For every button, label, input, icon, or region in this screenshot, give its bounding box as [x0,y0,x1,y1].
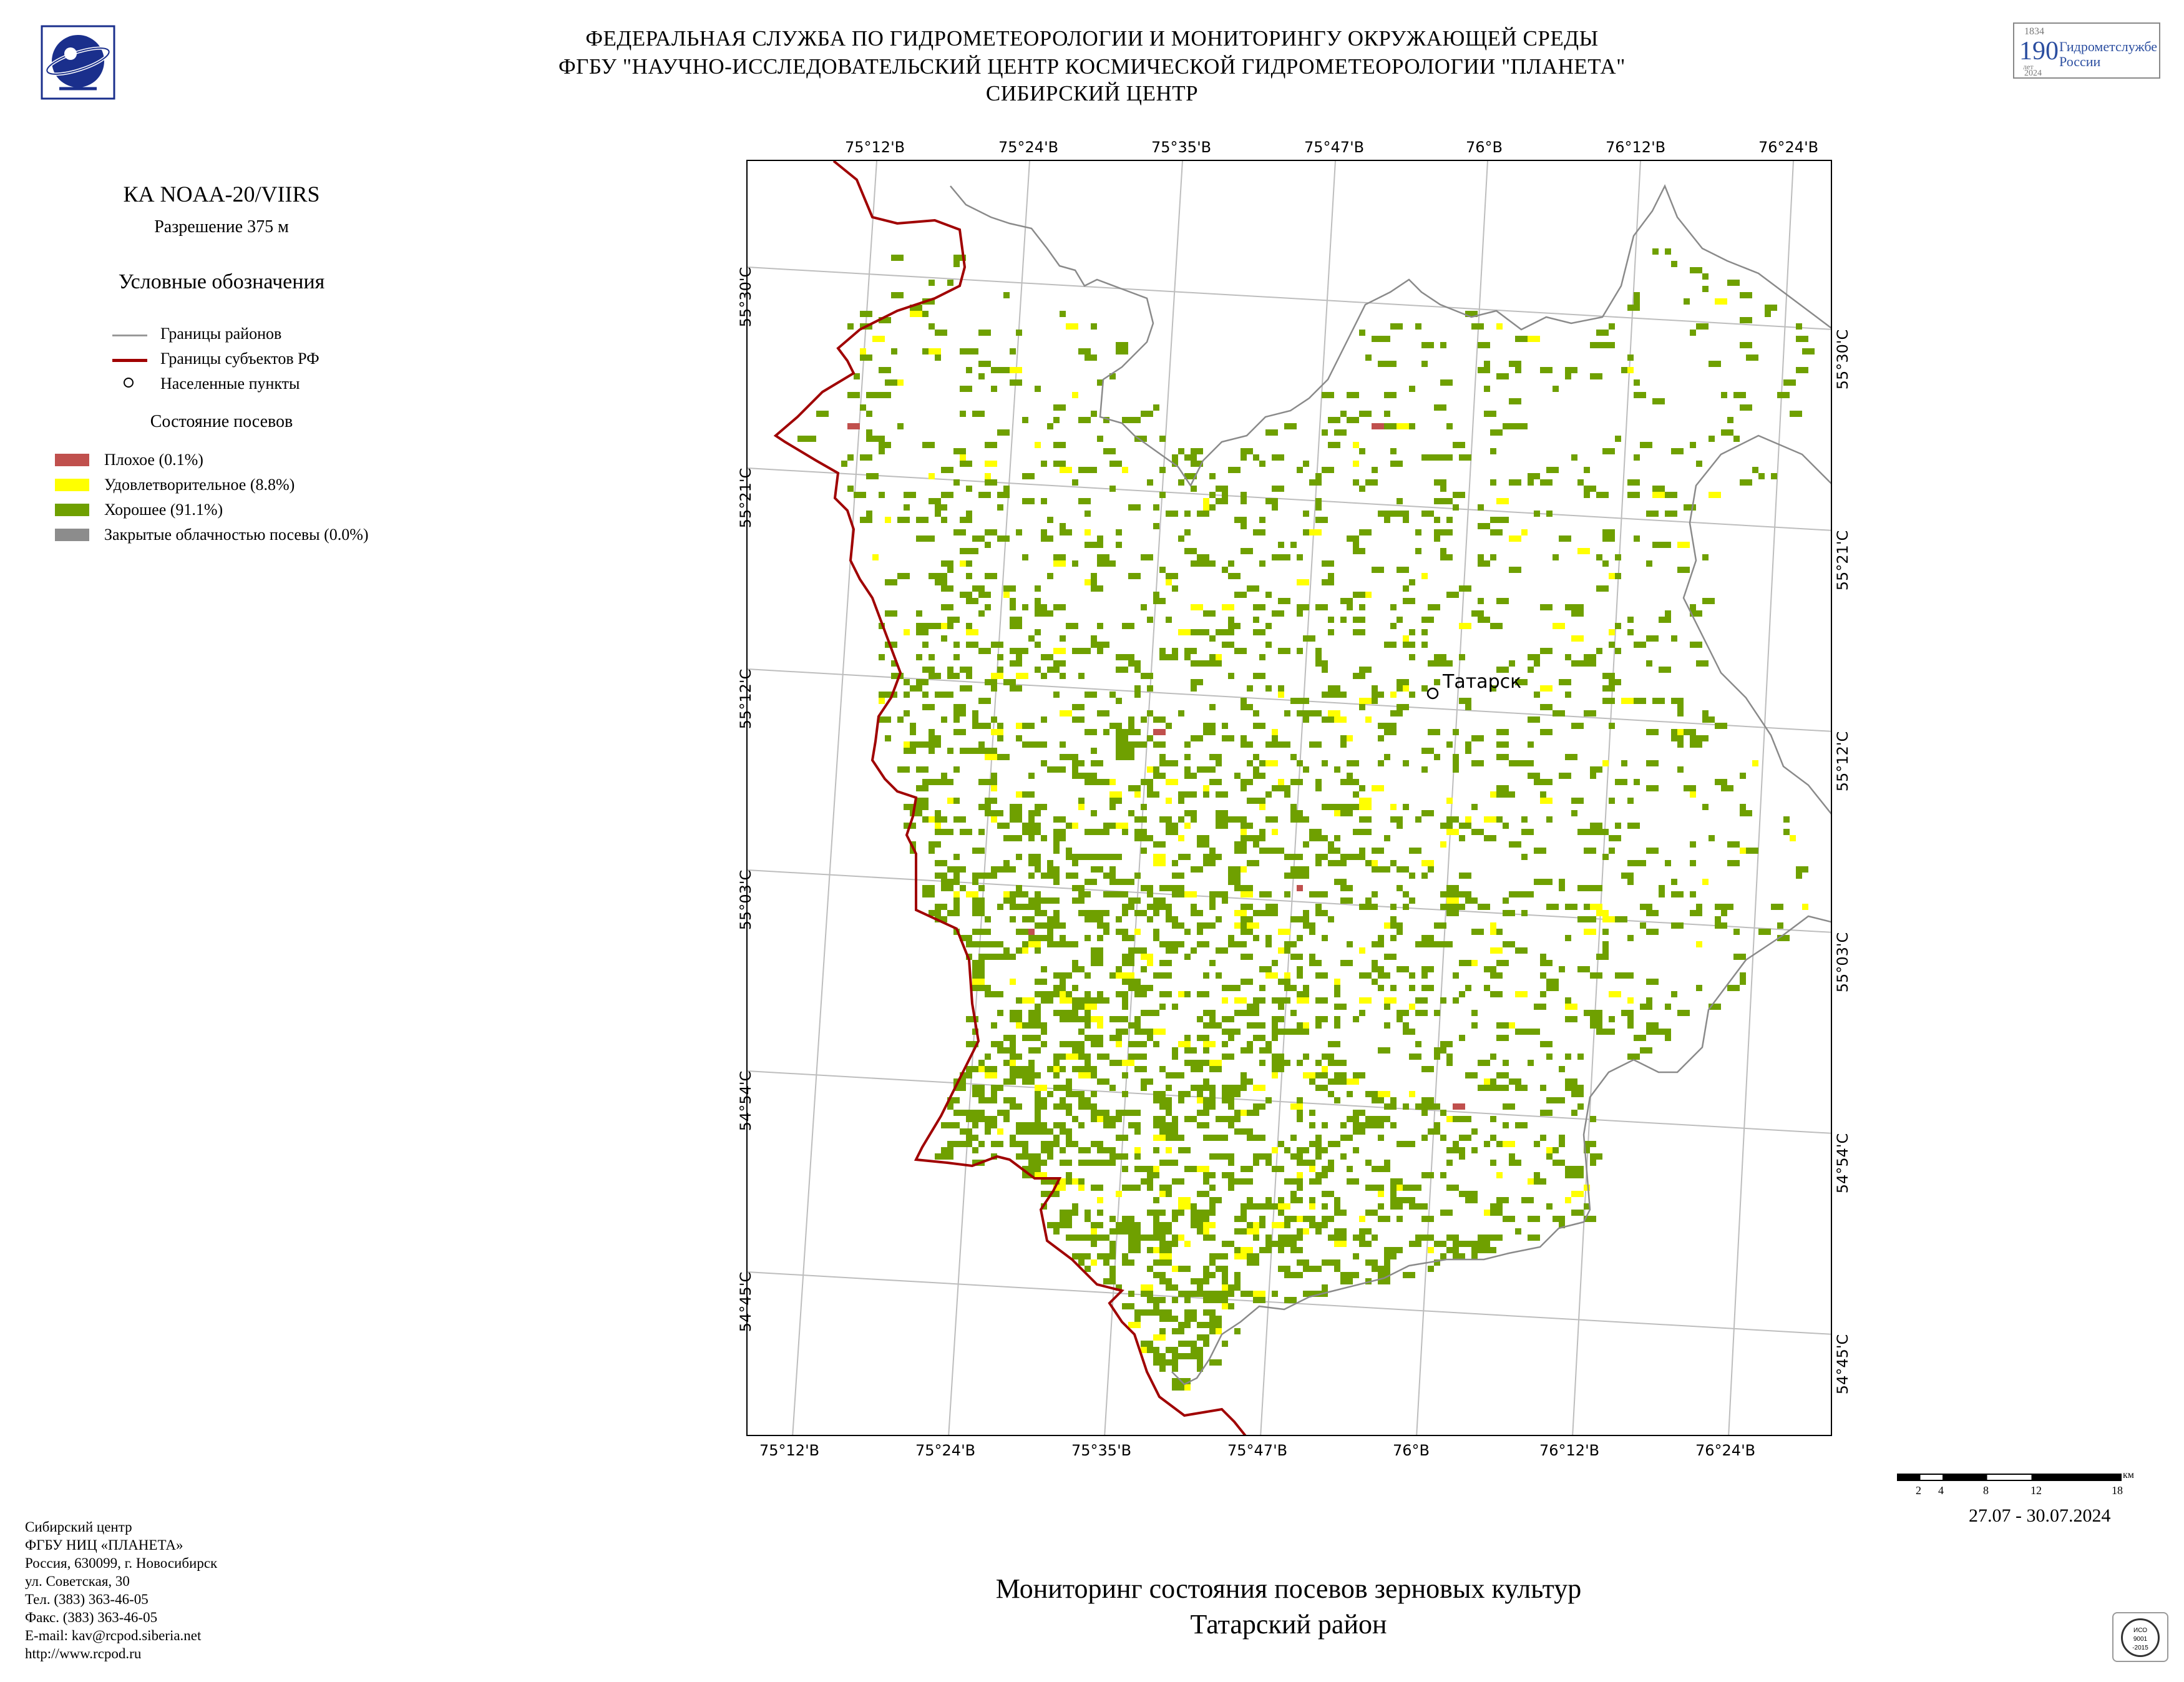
header-line-3: СИБИРСКИЙ ЦЕНТР [985,81,1199,105]
swatch-poor [55,454,89,466]
settlement-marker[interactable] [1426,687,1439,700]
top-tick-6: 76°12'В [1606,139,1666,156]
iso-line-2: 9001 [2133,1636,2148,1643]
left-tick-3: 55°12'С [737,668,754,730]
footer-line-3: Россия, 630099, г. Новосибирск [25,1555,218,1571]
swatch-cloud [55,529,89,541]
iso-line-3: -2015 [2132,1645,2148,1651]
bottom-tick-2: 75°24'В [915,1442,976,1459]
left-tick-6: 54°45'С [737,1271,754,1332]
legend-district-label: Границы районов [160,325,282,343]
bottom-tick-6: 76°12'В [1539,1442,1600,1459]
scale-bar [1897,1474,2122,1481]
scale-label-2: 4 [1938,1484,1944,1497]
badge-number: 190 [2019,37,2059,66]
scale-label-3: 8 [1983,1484,1989,1497]
legend-title: Условные обозначения [118,270,325,293]
settlement-icon [124,378,134,388]
iso-badge: ИСО 9001 -2015 [2112,1612,2168,1662]
iso-seal-icon: ИСО 9001 -2015 [2121,1618,2160,1657]
legend-settlement-label: Населенные пункты [160,374,300,393]
legend-poor: Плохое (0.1%) [104,451,203,469]
right-tick-6: 54°45'С [1834,1334,1851,1395]
right-tick-3: 55°12'С [1834,731,1851,792]
anniversary-badge: 1834 190 лет 2024 Гидрометслужбе России [2013,22,2160,79]
map-canvas: Татарск [748,161,1831,1435]
left-tick-2: 55°21'С [737,467,754,529]
footer-line-2: ФГБУ НИЦ «ПЛАНЕТА» [25,1537,183,1553]
left-tick-1: 55°30'С [737,266,754,328]
swatch-satisfactory [55,479,89,491]
map-subtitle: Татарский район [1190,1609,1387,1640]
swatch-good [55,504,89,516]
legend-cloud: Закрытые облачностью посевы (0.0%) [104,526,369,544]
crop-state-title: Состояние посевов [150,412,293,431]
legend-satisfactory: Удовлетворительное (8.8%) [104,476,295,494]
scale-label-1: 2 [1916,1484,1921,1497]
badge-text-1: Гидрометслужбе [2059,39,2158,54]
badge-year-bottom: 2024 [2024,69,2042,78]
footer-contacts: Сибирский центр ФГБУ НИЦ «ПЛАНЕТА» Росси… [25,1518,217,1663]
footer-website-link[interactable]: http://www.rcpod.ru [25,1645,217,1663]
map-title: Мониторинг состояния посевов зерновых ку… [995,1573,1582,1604]
legend-subject-boundary [112,359,147,362]
resolution-label: Разрешение 375 м [154,217,289,237]
footer-line-1: Сибирский центр [25,1519,132,1535]
left-tick-4: 55°03'С [737,869,754,931]
settlement-label: Татарск [1442,671,1521,693]
bottom-tick-4: 75°47'В [1227,1442,1288,1459]
bottom-tick-1: 75°12'В [759,1442,820,1459]
crop-fields [797,248,1815,1391]
iso-line-1: ИСО [2133,1627,2147,1634]
top-tick-7: 76°24'В [1758,139,1819,156]
scale-label-4: 12 [2030,1484,2042,1497]
legend-district-boundary [112,335,147,336]
top-tick-2: 75°24'В [998,139,1059,156]
left-tick-5: 54°54'С [737,1070,754,1132]
bottom-tick-7: 76°24'В [1695,1442,1756,1459]
bottom-tick-5: 76°В [1393,1442,1430,1459]
footer-line-4: ул. Советская, 30 [25,1573,130,1589]
right-tick-5: 54°54'С [1834,1133,1851,1194]
top-tick-3: 75°35'В [1151,139,1212,156]
satellite-title: КА NOAA-20/VIIRS [123,182,320,207]
legend-subject-label: Границы субъектов РФ [160,350,319,368]
map-frame[interactable]: Татарск [746,160,1832,1436]
header-line-2: ФГБУ "НАУЧНО-ИССЛЕДОВАТЕЛЬСКИЙ ЦЕНТР КОС… [558,54,1626,79]
footer-line-6: Факс. (383) 363-46-05 [25,1610,158,1625]
top-tick-4: 75°47'В [1304,139,1365,156]
right-tick-4: 55°03'С [1834,932,1851,993]
badge-text-2: России [2059,54,2101,69]
footer-line-5: Тел. (383) 363-46-05 [25,1592,149,1607]
top-tick-1: 75°12'В [845,139,905,156]
right-tick-2: 55°21'С [1834,530,1851,591]
date-range: 27.07 - 30.07.2024 [1969,1505,2111,1526]
legend-good: Хорошее (91.1%) [104,501,223,519]
footer-email[interactable]: E-mail: kav@rcpod.siberia.net [25,1626,217,1645]
header-line-1: ФЕДЕРАЛЬНАЯ СЛУЖБА ПО ГИДРОМЕТЕОРОЛОГИИ … [585,26,1599,51]
scale-label-5: 18 [2112,1484,2123,1497]
scale-unit: км [2123,1470,2134,1480]
top-tick-5: 76°В [1466,139,1503,156]
bottom-tick-3: 75°35'В [1071,1442,1132,1459]
right-tick-1: 55°30'С [1834,329,1851,390]
